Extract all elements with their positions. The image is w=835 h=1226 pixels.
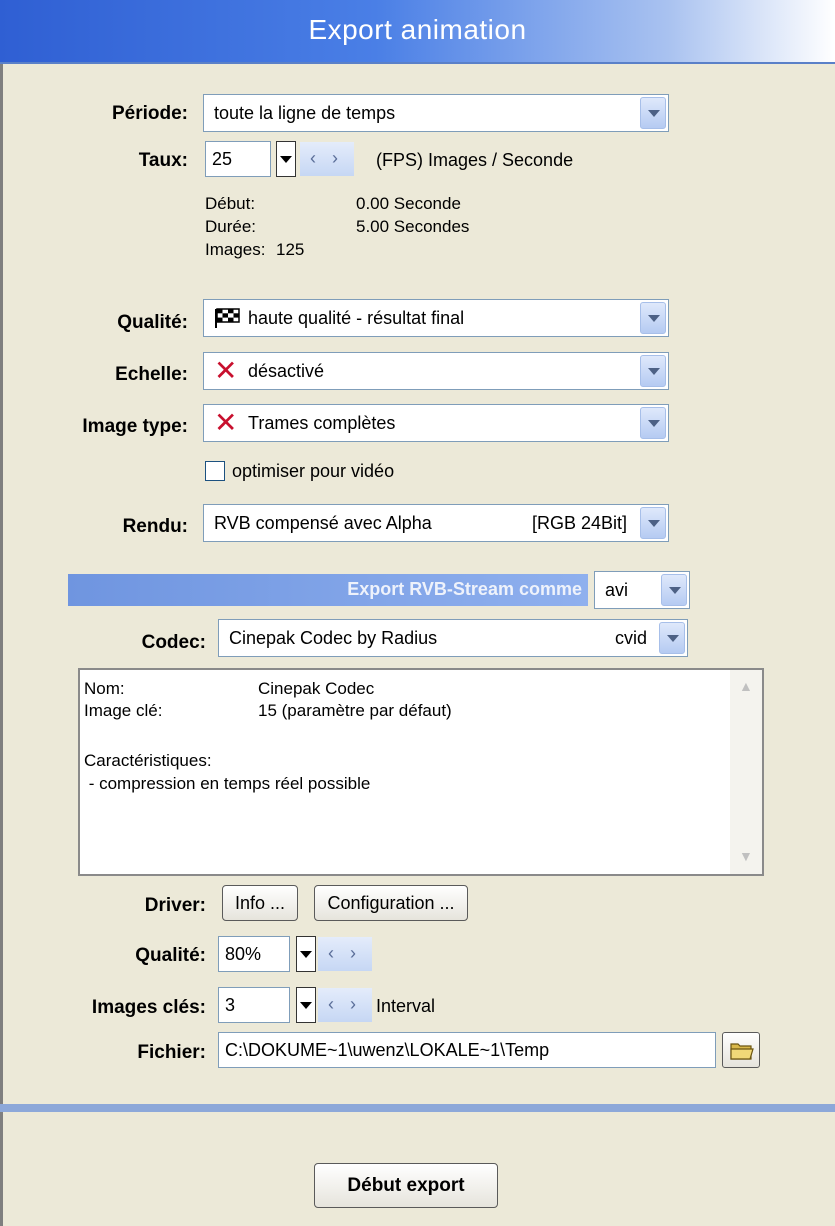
taux-unit: (FPS) Images / Seconde	[376, 150, 574, 170]
arrow-left-icon[interactable]: ‹	[310, 148, 316, 169]
optimise-label: optimiser pour vidéo	[232, 461, 395, 481]
debut-value: 0.00 Seconde	[356, 194, 461, 213]
rendu-dropdown[interactable]: RVB compensé avec Alpha [RGB 24Bit]	[203, 504, 669, 542]
codec-value: Cinepak Codec by Radius	[229, 628, 438, 648]
red-x-icon: ✕	[214, 355, 238, 386]
codec-dropdown[interactable]: Cinepak Codec by Radius cvid	[218, 619, 688, 657]
chevron-down-icon[interactable]	[640, 407, 666, 439]
codec-nom-value: Cinepak Codec	[258, 679, 375, 698]
chevron-down-icon[interactable]	[640, 507, 666, 539]
folder-icon	[730, 1043, 754, 1060]
checkered-flag-icon	[215, 308, 240, 328]
codec-label: Codec:	[141, 632, 206, 653]
stream-format-value: avi	[605, 580, 629, 600]
taux-input[interactable]: 25	[205, 141, 271, 177]
optimise-checkbox[interactable]	[205, 461, 225, 481]
browse-folder-button[interactable]	[722, 1032, 760, 1068]
image-type-label: Image type:	[82, 416, 188, 437]
images-label: Images:	[205, 240, 266, 259]
window-title: Export animation	[308, 14, 527, 45]
scroll-up-icon[interactable]: ▲	[739, 678, 753, 694]
rendu-label: Rendu:	[122, 516, 188, 537]
arrow-right-icon[interactable]: ›	[332, 148, 338, 169]
images-cles-spinner[interactable]: ‹ ›	[318, 988, 372, 1022]
images-cles-label: Images clés:	[91, 997, 206, 1018]
echelle-dropdown[interactable]: ✕ désactivé	[203, 352, 669, 390]
taux-value: 25	[212, 149, 233, 169]
driver-qualite-label: Qualité:	[135, 945, 206, 966]
taux-spinner[interactable]: ‹ ›	[300, 142, 354, 176]
qualite-label: Qualité:	[117, 312, 188, 333]
chevron-down-icon[interactable]	[640, 355, 666, 387]
driver-qualite-dropdown-button[interactable]	[296, 936, 316, 972]
echelle-label: Echelle:	[115, 364, 188, 385]
codec-nom-label: Nom:	[84, 679, 125, 698]
stream-format-dropdown[interactable]: avi	[594, 571, 690, 609]
rendu-value: RVB compensé avec Alpha	[214, 513, 432, 533]
driver-qualite-spinner[interactable]: ‹ ›	[318, 937, 372, 971]
periode-label: Période:	[111, 103, 188, 124]
images-cles-dropdown-button[interactable]	[296, 987, 316, 1023]
chevron-down-icon[interactable]	[640, 97, 666, 129]
driver-label: Driver:	[144, 895, 206, 916]
periode-dropdown[interactable]: toute la ligne de temps	[203, 94, 669, 132]
driver-qualite-value: 80%	[225, 944, 262, 964]
taux-dropdown-button[interactable]	[276, 141, 296, 177]
chevron-down-icon[interactable]	[661, 574, 687, 606]
images-value: 125	[276, 240, 305, 259]
fichier-value: C:\DOKUME~1\uwenz\LOKALE~1\Temp	[225, 1040, 550, 1060]
arrow-right-icon[interactable]: ›	[350, 994, 356, 1015]
images-cles-suffix: Interval	[376, 996, 436, 1016]
info-button[interactable]: Info ...	[222, 885, 298, 921]
codec-char-item: - compression en temps réel possible	[84, 774, 371, 793]
chevron-down-icon[interactable]	[640, 302, 666, 334]
window-frame	[0, 0, 3, 1226]
image-type-dropdown[interactable]: ✕ Trames complètes	[203, 404, 669, 442]
driver-qualite-input[interactable]: 80%	[218, 936, 290, 972]
fichier-input[interactable]: C:\DOKUME~1\uwenz\LOKALE~1\Temp	[218, 1032, 716, 1068]
configuration-button[interactable]: Configuration ...	[314, 885, 468, 921]
fichier-label: Fichier:	[137, 1042, 206, 1063]
image-type-value: Trames complètes	[248, 413, 396, 433]
images-cles-input[interactable]: 3	[218, 987, 290, 1023]
echelle-value: désactivé	[248, 361, 325, 381]
debut-label: Début:	[205, 194, 256, 213]
qualite-dropdown[interactable]: haute qualité - résultat final	[203, 299, 669, 337]
taux-label: Taux:	[138, 150, 188, 171]
footer-divider	[0, 1104, 835, 1112]
stream-section-label: Export RVB-Stream comme	[347, 579, 582, 599]
arrow-left-icon[interactable]: ‹	[328, 994, 334, 1015]
duree-label: Durée:	[205, 217, 257, 236]
red-x-icon: ✕	[214, 407, 238, 438]
arrow-right-icon[interactable]: ›	[350, 943, 356, 964]
codec-char-label: Caractéristiques:	[84, 751, 212, 770]
chevron-down-icon[interactable]	[659, 622, 685, 654]
periode-value: toute la ligne de temps	[214, 103, 396, 123]
scroll-down-icon[interactable]: ▼	[739, 848, 753, 864]
codec-key-label: Image clé:	[84, 701, 163, 720]
codec-info-scrollbar[interactable]: ▲ ▼	[730, 670, 762, 874]
images-cles-value: 3	[225, 995, 236, 1015]
codec-code: cvid	[615, 628, 648, 648]
arrow-left-icon[interactable]: ‹	[328, 943, 334, 964]
rendu-format: [RGB 24Bit]	[532, 513, 628, 533]
duree-value: 5.00 Secondes	[356, 217, 470, 236]
start-export-button[interactable]: Début export	[314, 1163, 498, 1208]
codec-key-value: 15 (paramètre par défaut)	[258, 701, 452, 720]
qualite-value: haute qualité - résultat final	[248, 308, 465, 328]
